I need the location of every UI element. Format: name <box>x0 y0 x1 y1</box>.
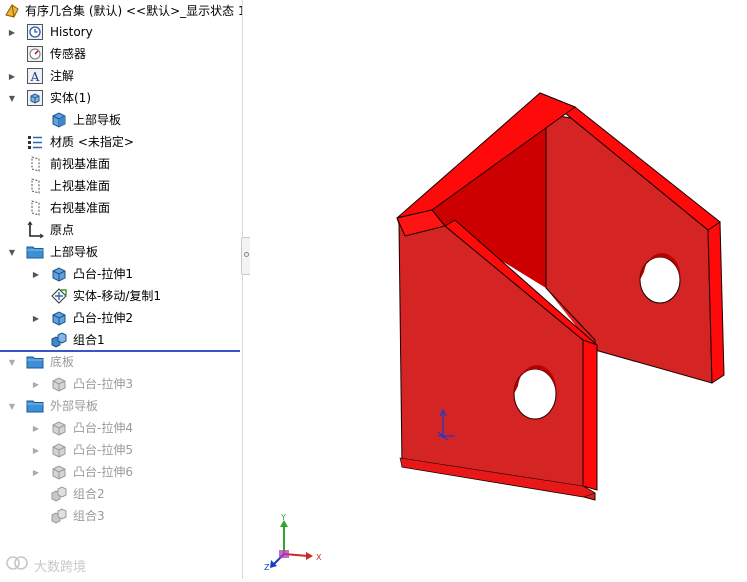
triad-x-label: X <box>316 553 322 562</box>
expand-arrow-icon[interactable]: ▶ <box>31 269 41 279</box>
tree-item-label: 凸台-拉伸2 <box>73 311 133 325</box>
watermark-logo-icon <box>6 555 32 575</box>
tree-item-label: 实体(1) <box>50 91 91 105</box>
tree-item-label: 组合1 <box>73 333 105 347</box>
tree-item-label: 右视基准面 <box>50 201 111 215</box>
extrude-icon <box>50 419 68 437</box>
collapse-arrow-icon[interactable]: ▼ <box>7 247 17 257</box>
move-copy-icon <box>50 287 68 305</box>
tree-item-label: 凸台-拉伸6 <box>73 465 133 479</box>
tree-item-extrude-4[interactable]: ▶ 凸台-拉伸4 <box>0 417 242 439</box>
tree-item-label: 组合2 <box>73 487 105 501</box>
tree-item-label: 上视基准面 <box>50 179 111 193</box>
combine-icon <box>50 507 68 525</box>
expand-arrow-icon[interactable]: ▶ <box>31 467 41 477</box>
feature-manager-tree: 有序几合集 (默认) <<默认>_显示状态 1 ▶ History 传感器 ▶ … <box>0 0 243 579</box>
tree-item-right-plane[interactable]: 右视基准面 <box>0 197 242 219</box>
triad-y-axis <box>280 520 288 554</box>
solid-body-icon <box>50 111 68 129</box>
triad-z-label: Z <box>264 563 270 572</box>
tree-item-extrude-5[interactable]: ▶ 凸台-拉伸5 <box>0 439 242 461</box>
tree-item-label: 外部导板 <box>50 399 99 413</box>
view-triad[interactable]: Y X Z <box>262 512 332 574</box>
history-icon <box>26 23 44 41</box>
extrude-icon <box>50 265 68 283</box>
svg-text:A: A <box>30 70 40 84</box>
solid-bodies-folder-icon <box>26 89 44 107</box>
tree-item-top-plane[interactable]: 上视基准面 <box>0 175 242 197</box>
tree-item-combine-2[interactable]: 组合2 <box>0 483 242 505</box>
expand-arrow-icon[interactable]: ▶ <box>31 445 41 455</box>
tree-item-label: History <box>50 25 93 39</box>
tree-item-label: 传感器 <box>50 47 87 61</box>
tree-item-origin[interactable]: 原点 <box>0 219 242 241</box>
tree-item-front-plane[interactable]: 前视基准面 <box>0 153 242 175</box>
expand-arrow-icon[interactable]: ▶ <box>31 313 41 323</box>
extrude-icon <box>50 309 68 327</box>
tree-item-label: 凸台-拉伸5 <box>73 443 133 457</box>
plane-icon <box>26 177 44 195</box>
tree-item-extrude-6[interactable]: ▶ 凸台-拉伸6 <box>0 461 242 483</box>
combine-icon <box>50 485 68 503</box>
folder-icon <box>26 397 44 415</box>
tree-item-label: 凸台-拉伸1 <box>73 267 133 281</box>
tree-item-move-copy-1[interactable]: 实体-移动/复制1 <box>0 285 242 307</box>
tree-root-label: 有序几合集 (默认) <<默认>_显示状态 1 <box>25 4 243 18</box>
front-plate-side <box>582 339 598 491</box>
part-icon <box>3 2 21 20</box>
tree-item-combine-1[interactable]: 组合1 <box>0 329 242 351</box>
expand-arrow-icon[interactable]: ▶ <box>7 71 17 81</box>
tree-item-combine-3[interactable]: 组合3 <box>0 505 242 527</box>
part-model[interactable] <box>250 0 747 579</box>
tree-item-extrude-1[interactable]: ▶ 凸台-拉伸1 <box>0 263 242 285</box>
tree-item-body-upper-guide[interactable]: 上部导板 <box>0 109 242 131</box>
origin-icon <box>26 221 44 239</box>
tree-item-label: 凸台-拉伸4 <box>73 421 133 435</box>
expand-arrow-icon[interactable]: ▶ <box>31 379 41 389</box>
tree-item-label: 原点 <box>50 223 75 237</box>
collapse-arrow-icon[interactable]: ▼ <box>7 93 17 103</box>
watermark-text: 大数跨境 <box>34 559 87 575</box>
tree-item-history[interactable]: ▶ History <box>0 21 242 43</box>
tree-item-folder-upper-guide[interactable]: ▼ 上部导板 <box>0 241 242 263</box>
expand-arrow-icon[interactable]: ▶ <box>7 27 17 37</box>
watermark: 大数跨境 <box>6 555 86 575</box>
tree-item-folder-base-plate[interactable]: ▼ 底板 <box>0 351 242 373</box>
graphics-viewport[interactable]: Y X Z <box>250 0 747 579</box>
tree-item-label: 凸台-拉伸3 <box>73 377 133 391</box>
plane-icon <box>26 199 44 217</box>
sensor-icon <box>26 45 44 63</box>
triad-y-label: Y <box>280 513 286 522</box>
tree-item-material[interactable]: 材质 <未指定> <box>0 131 242 153</box>
plane-icon <box>26 155 44 173</box>
annotation-icon: A <box>26 67 44 85</box>
collapse-arrow-icon[interactable]: ▼ <box>7 401 17 411</box>
combine-icon <box>50 331 68 349</box>
tree-item-folder-outer-guide[interactable]: ▼ 外部导板 <box>0 395 242 417</box>
tree-item-sensors[interactable]: 传感器 <box>0 43 242 65</box>
tree-item-label: 材质 <未指定> <box>50 135 134 149</box>
tree-item-extrude-3[interactable]: ▶ 凸台-拉伸3 <box>0 373 242 395</box>
extrude-icon <box>50 441 68 459</box>
extrude-icon <box>50 463 68 481</box>
collapse-arrow-icon[interactable]: ▼ <box>7 357 17 367</box>
tree-item-extrude-2[interactable]: ▶ 凸台-拉伸2 <box>0 307 242 329</box>
tree-item-annotations[interactable]: ▶ A 注解 <box>0 65 242 87</box>
tree-item-label: 前视基准面 <box>50 157 111 171</box>
tree-item-label: 组合3 <box>73 509 105 523</box>
folder-icon <box>26 353 44 371</box>
tree-item-label: 实体-移动/复制1 <box>73 289 162 303</box>
tree-item-label: 注解 <box>50 69 75 83</box>
folder-icon <box>26 243 44 261</box>
material-icon <box>26 133 44 151</box>
tree-item-label: 上部导板 <box>50 245 99 259</box>
tree-root[interactable]: 有序几合集 (默认) <<默认>_显示状态 1 <box>0 0 242 22</box>
expand-arrow-icon[interactable]: ▶ <box>31 423 41 433</box>
tree-item-label: 底板 <box>50 355 75 369</box>
tree-item-label: 上部导板 <box>73 113 122 127</box>
tree-item-solid-bodies[interactable]: ▼ 实体(1) <box>0 87 242 109</box>
extrude-icon <box>50 375 68 393</box>
